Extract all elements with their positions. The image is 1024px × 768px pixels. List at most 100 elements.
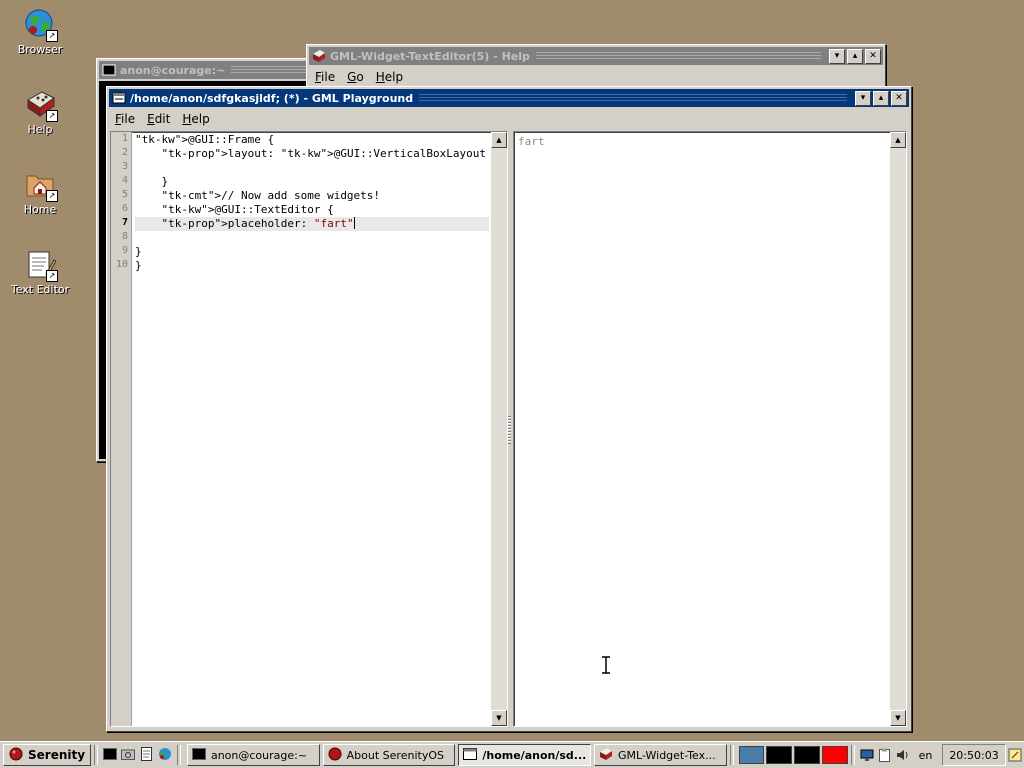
splitter-grip xyxy=(508,416,511,444)
code-area[interactable]: "tk-kw">@GUI::Frame { "tk-prop">layout: … xyxy=(111,132,507,726)
code-line: "tk-cmt">// Now add some widgets! xyxy=(161,189,381,202)
taskbar-button-help[interactable]: GML-Widget-Tex... xyxy=(594,744,727,766)
workspace-3[interactable] xyxy=(794,746,820,764)
notes-icon[interactable] xyxy=(1006,745,1024,765)
volume-icon[interactable] xyxy=(894,745,912,765)
clipboard-icon[interactable] xyxy=(876,745,894,765)
terminal-titlebar[interactable]: anon@courage:~ xyxy=(99,61,323,79)
menu-label: o xyxy=(356,70,364,84)
scroll-down-button[interactable]: ▼ xyxy=(491,710,507,726)
desktop-icon-label: Text Editor xyxy=(10,283,70,296)
taskbar-button-about[interactable]: About SerenityOS xyxy=(322,744,456,766)
quicklaunch-browser[interactable] xyxy=(156,745,174,765)
desktop-icon-text-editor[interactable]: ↗ Text Editor xyxy=(0,248,80,296)
preview-text-editor[interactable]: fart xyxy=(518,134,888,726)
menu-file[interactable]: File xyxy=(309,70,341,84)
workspace-1[interactable] xyxy=(738,746,765,764)
separator xyxy=(94,745,98,765)
book-icon xyxy=(599,747,613,764)
help-menubar: File Go Help xyxy=(309,67,883,87)
task-label: About SerenityOS xyxy=(346,748,444,762)
desktop-icon-browser[interactable]: ↗ Browser xyxy=(0,8,80,56)
code-line: "tk-prop">layout: "tk-kw">@GUI::Vertical… xyxy=(161,147,500,160)
gml-playground-window[interactable]: /home/anon/sdfgkasjldf; (*) - GML Playgr… xyxy=(106,86,912,732)
clock[interactable]: 20:50:03 xyxy=(942,744,1006,766)
preview-placeholder: fart xyxy=(518,135,545,148)
preview-vertical-scrollbar[interactable]: ▲ ▼ xyxy=(890,132,906,726)
separator xyxy=(729,745,734,765)
code-vertical-scrollbar[interactable]: ▲ ▼ xyxy=(491,132,507,726)
menu-label: elp xyxy=(191,112,210,126)
code-line: "tk-kw">@GUI::TextEditor { xyxy=(161,203,334,216)
titlebar-stripes xyxy=(419,94,847,102)
desktop-icon-label: Help xyxy=(27,123,53,136)
code-line: } xyxy=(135,245,142,258)
separator xyxy=(177,745,181,765)
task-label: GML-Widget-Tex... xyxy=(618,748,716,762)
quicklaunch-terminal[interactable] xyxy=(101,745,119,765)
workspace-4[interactable] xyxy=(821,746,848,764)
code-line: "tk-kw">@GUI::Frame { xyxy=(135,133,275,146)
window-title: /home/anon/sdfgkasjldf; (*) - GML Playgr… xyxy=(130,91,414,105)
quicklaunch-text-editor[interactable] xyxy=(138,745,156,765)
menu-label: ile xyxy=(321,70,336,84)
menu-label: ile xyxy=(121,112,136,126)
close-button[interactable]: ✕ xyxy=(865,48,881,64)
gml-code-editor[interactable]: 1 2 3 4 5 6 7 8 9 10 "tk-kw">@GUI::Frame { "tk-pr… xyxy=(110,131,508,727)
taskbar-button-terminal[interactable]: anon@courage:~ xyxy=(186,744,320,766)
scroll-up-button[interactable]: ▲ xyxy=(890,132,906,148)
notepad-icon: ↗ xyxy=(24,248,58,282)
code-line: } xyxy=(135,175,169,188)
workspace-2[interactable] xyxy=(766,746,793,764)
serenity-icon xyxy=(328,747,342,764)
titlebar-stripes xyxy=(535,52,821,60)
scroll-up-button[interactable]: ▲ xyxy=(491,132,507,148)
desktop-icon-home[interactable]: ↗ Home xyxy=(0,168,80,216)
maximize-button[interactable]: ▴ xyxy=(847,48,863,64)
start-button[interactable]: Serenity xyxy=(3,744,92,766)
terminal-icon xyxy=(102,63,116,77)
menu-label: dit xyxy=(154,112,171,126)
close-button[interactable]: ✕ xyxy=(891,90,907,106)
menu-help[interactable]: Help xyxy=(176,112,215,126)
book-icon xyxy=(312,49,326,63)
menu-edit[interactable]: Edit xyxy=(141,112,176,126)
terminal-icon xyxy=(103,747,118,763)
playground-titlebar[interactable]: /home/anon/sdfgkasjldf; (*) - GML Playgr… xyxy=(109,89,909,107)
start-label: Serenity xyxy=(28,748,86,762)
taskbar-button-gml-playground[interactable]: /home/anon/sd... xyxy=(458,744,592,766)
gml-playground-icon xyxy=(112,91,126,105)
task-label: /home/anon/sd... xyxy=(482,748,587,762)
desktop-icon-label: Home xyxy=(23,203,57,216)
desktop-icon-help[interactable]: ↗ Help xyxy=(0,88,80,136)
menu-help[interactable]: Help xyxy=(370,70,409,84)
network-icon[interactable] xyxy=(858,745,876,765)
terminal-icon xyxy=(191,747,206,763)
code-line: } xyxy=(135,259,142,272)
gml-playground-icon xyxy=(463,747,478,763)
text-caret xyxy=(353,217,355,229)
file-manager-icon xyxy=(121,748,136,763)
notepad-icon xyxy=(140,746,153,764)
maximize-button[interactable]: ▴ xyxy=(873,90,889,106)
minimize-button[interactable]: ▾ xyxy=(829,48,845,64)
task-label: anon@courage:~ xyxy=(210,748,308,762)
book-icon: ↗ xyxy=(24,88,58,122)
globe-icon xyxy=(158,747,172,764)
quicklaunch-file-manager[interactable] xyxy=(119,745,137,765)
help-titlebar[interactable]: GML-Widget-TextEditor(5) - Help ▾ ▴ ✕ xyxy=(309,47,883,65)
menu-label: elp xyxy=(384,70,404,84)
menu-file[interactable]: File xyxy=(109,112,141,126)
taskbar: Serenity anon@courage:~ About SerenityOS… xyxy=(0,741,1024,768)
keymap-indicator[interactable]: en xyxy=(913,749,939,762)
window-title: GML-Widget-TextEditor(5) - Help xyxy=(330,49,530,63)
minimize-button[interactable]: ▾ xyxy=(855,90,871,106)
gml-preview-pane[interactable]: fart ▲ ▼ xyxy=(513,131,907,727)
window-title: anon@courage:~ xyxy=(120,63,226,77)
menu-go[interactable]: Go xyxy=(341,70,370,84)
titlebar-stripes xyxy=(231,66,317,74)
scroll-down-button[interactable]: ▼ xyxy=(890,710,906,726)
code-line: "tk-prop">placeholder: "fart" xyxy=(135,217,489,231)
